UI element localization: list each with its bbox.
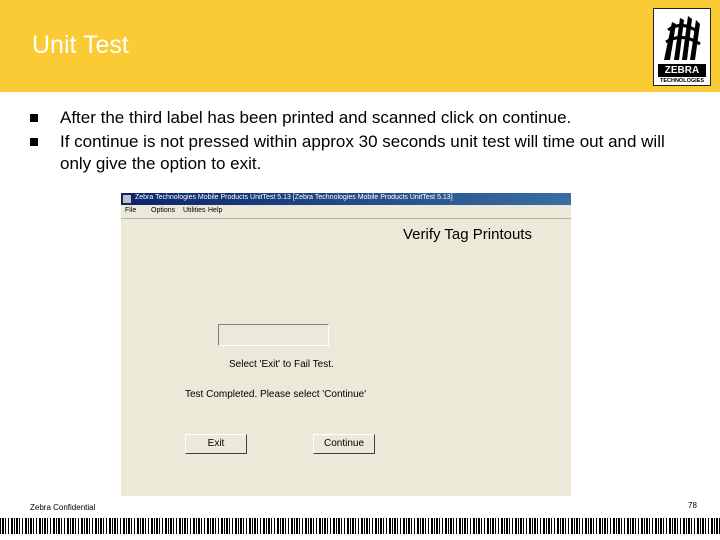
bullet-item: After the third label has been printed a… bbox=[30, 107, 690, 129]
zebra-logo: ZEBRA TECHNOLOGIES bbox=[653, 8, 711, 86]
unit-test-window: Zebra Technologies Mobile Products UnitT… bbox=[121, 193, 571, 496]
menu-file[interactable]: File bbox=[125, 207, 136, 214]
scan-input[interactable] bbox=[218, 324, 329, 346]
window-title-bar[interactable]: Zebra Technologies Mobile Products UnitT… bbox=[121, 193, 571, 205]
exit-button[interactable]: Exit bbox=[185, 434, 247, 454]
window-title: Zebra Technologies Mobile Products UnitT… bbox=[135, 194, 453, 201]
barcode-strip bbox=[0, 518, 720, 534]
logo-brand: ZEBRA bbox=[658, 64, 706, 77]
bullet-marker-icon bbox=[30, 114, 38, 122]
slide-title: Unit Test bbox=[32, 31, 129, 59]
menu-options[interactable]: Options bbox=[151, 207, 175, 214]
bullet-item: If continue is not pressed within approx… bbox=[30, 131, 690, 175]
window-heading: Verify Tag Printouts bbox=[403, 226, 532, 243]
app-icon bbox=[123, 195, 131, 203]
bullet-marker-icon bbox=[30, 138, 38, 146]
menu-bar: File Options Utilities Help bbox=[121, 205, 571, 219]
slide-header: Unit Test ZEBRA TECHNOLOGIES bbox=[0, 0, 720, 92]
fail-instruction: Select 'Exit' to Fail Test. bbox=[229, 359, 334, 370]
footer-confidential: Zebra Confidential bbox=[30, 503, 96, 512]
logo-tagline: TECHNOLOGIES bbox=[659, 78, 704, 84]
menu-help[interactable]: Help bbox=[208, 207, 222, 214]
bullet-text: After the third label has been printed a… bbox=[60, 108, 572, 127]
menu-utilities[interactable]: Utilities bbox=[183, 207, 206, 214]
continue-button[interactable]: Continue bbox=[313, 434, 375, 454]
status-message: Test Completed. Please select 'Continue' bbox=[185, 389, 367, 400]
page-number: 78 bbox=[688, 501, 697, 510]
bullet-text: If continue is not pressed within approx… bbox=[60, 132, 665, 173]
bullet-list: After the third label has been printed a… bbox=[30, 107, 690, 177]
zebra-head-icon bbox=[658, 12, 706, 62]
